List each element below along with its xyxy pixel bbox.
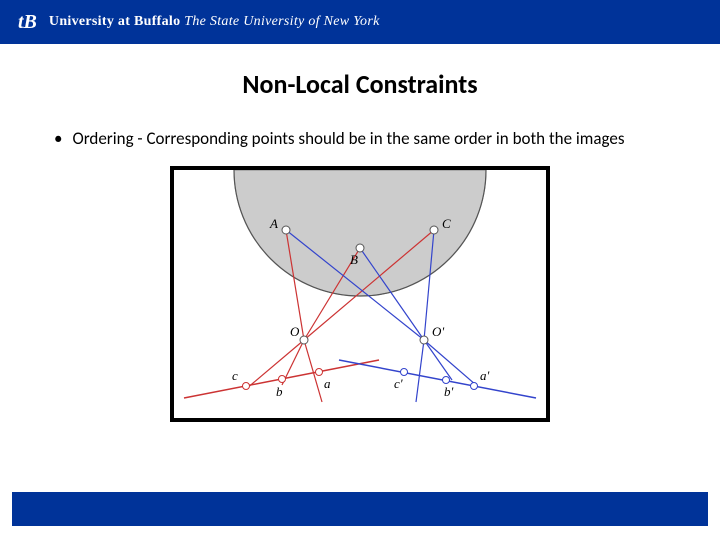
ub-logo: tB	[18, 12, 37, 32]
label-Oprime: O'	[432, 324, 444, 339]
university-name: University at Buffalo The State Universi…	[49, 14, 380, 30]
bullet-text: Ordering - Corresponding points should b…	[72, 128, 624, 150]
university-subtitle: The State University of New York	[184, 14, 379, 29]
label-C: C	[442, 216, 451, 231]
slide-title: Non-Local Constraints	[0, 68, 720, 100]
label-bprime: b'	[444, 384, 454, 399]
logo-icon: tB	[18, 12, 37, 32]
label-a: a	[324, 376, 331, 391]
ordering-diagram: A B C O O' c b a c' b' a'	[170, 166, 550, 422]
bullet-item: • Ordering - Corresponding points should…	[48, 128, 672, 150]
diagram-svg: A B C O O' c b a c' b' a'	[174, 170, 546, 418]
label-cprime: c'	[394, 376, 403, 391]
header-bar: tB University at Buffalo The State Unive…	[0, 0, 720, 44]
footer-bar	[12, 492, 708, 526]
label-b: b	[276, 384, 283, 399]
label-c: c	[232, 368, 238, 383]
university-bold: University at Buffalo	[49, 14, 181, 29]
label-aprime: a'	[480, 368, 490, 383]
label-O: O	[290, 324, 300, 339]
bullet-dot-icon: •	[54, 128, 62, 150]
label-B: B	[350, 252, 358, 267]
label-A: A	[269, 216, 278, 231]
